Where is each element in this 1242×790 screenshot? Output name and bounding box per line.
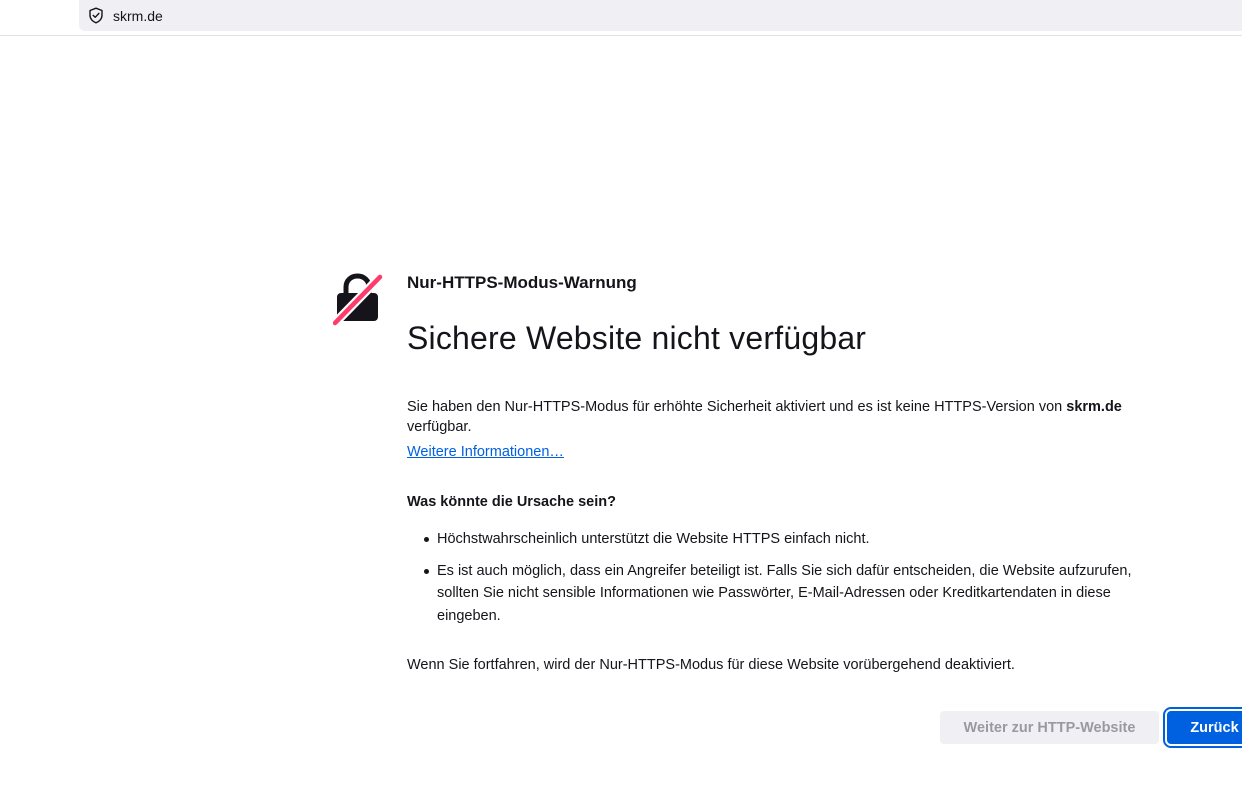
- cause-list: Höchstwahrscheinlich unterstützt die Web…: [407, 528, 1153, 636]
- browser-toolbar: skrm.de: [0, 0, 1242, 36]
- intro-text: Sie haben den Nur-HTTPS-Modus für erhöht…: [407, 397, 1153, 437]
- error-subtitle: Nur-HTTPS-Modus-Warnung: [407, 273, 637, 292]
- bullet-icon: [424, 568, 429, 574]
- bullet-icon: [424, 537, 429, 542]
- url-bar[interactable]: skrm.de: [79, 0, 1242, 31]
- cause-heading: Was könnte die Ursache sein?: [407, 494, 616, 510]
- back-button[interactable]: Zurück: [1163, 707, 1242, 748]
- page-title: Sichere Website nicht verfügbar: [407, 320, 867, 356]
- url-text[interactable]: skrm.de: [113, 8, 163, 24]
- intro-suffix: verfügbar.: [407, 419, 472, 435]
- shield-icon[interactable]: [87, 7, 105, 25]
- more-info-link[interactable]: Weitere Informationen…: [407, 444, 564, 460]
- intro-domain: skrm.de: [1066, 399, 1122, 415]
- intro-prefix: Sie haben den Nur-HTTPS-Modus für erhöht…: [407, 399, 1067, 415]
- list-item: Es ist auch möglich, dass ein Angreifer …: [407, 560, 1153, 628]
- broken-lock-icon: [330, 272, 385, 328]
- cause-text: Es ist auch möglich, dass ein Angreifer …: [437, 562, 1132, 624]
- cause-text: Höchstwahrscheinlich unterstützt die Web…: [437, 531, 870, 547]
- disable-note: Wenn Sie fortfahren, wird der Nur-HTTPS-…: [407, 657, 1015, 673]
- list-item: Höchstwahrscheinlich unterstützt die Web…: [407, 528, 1153, 551]
- continue-http-button[interactable]: Weiter zur HTTP-Website: [940, 711, 1159, 744]
